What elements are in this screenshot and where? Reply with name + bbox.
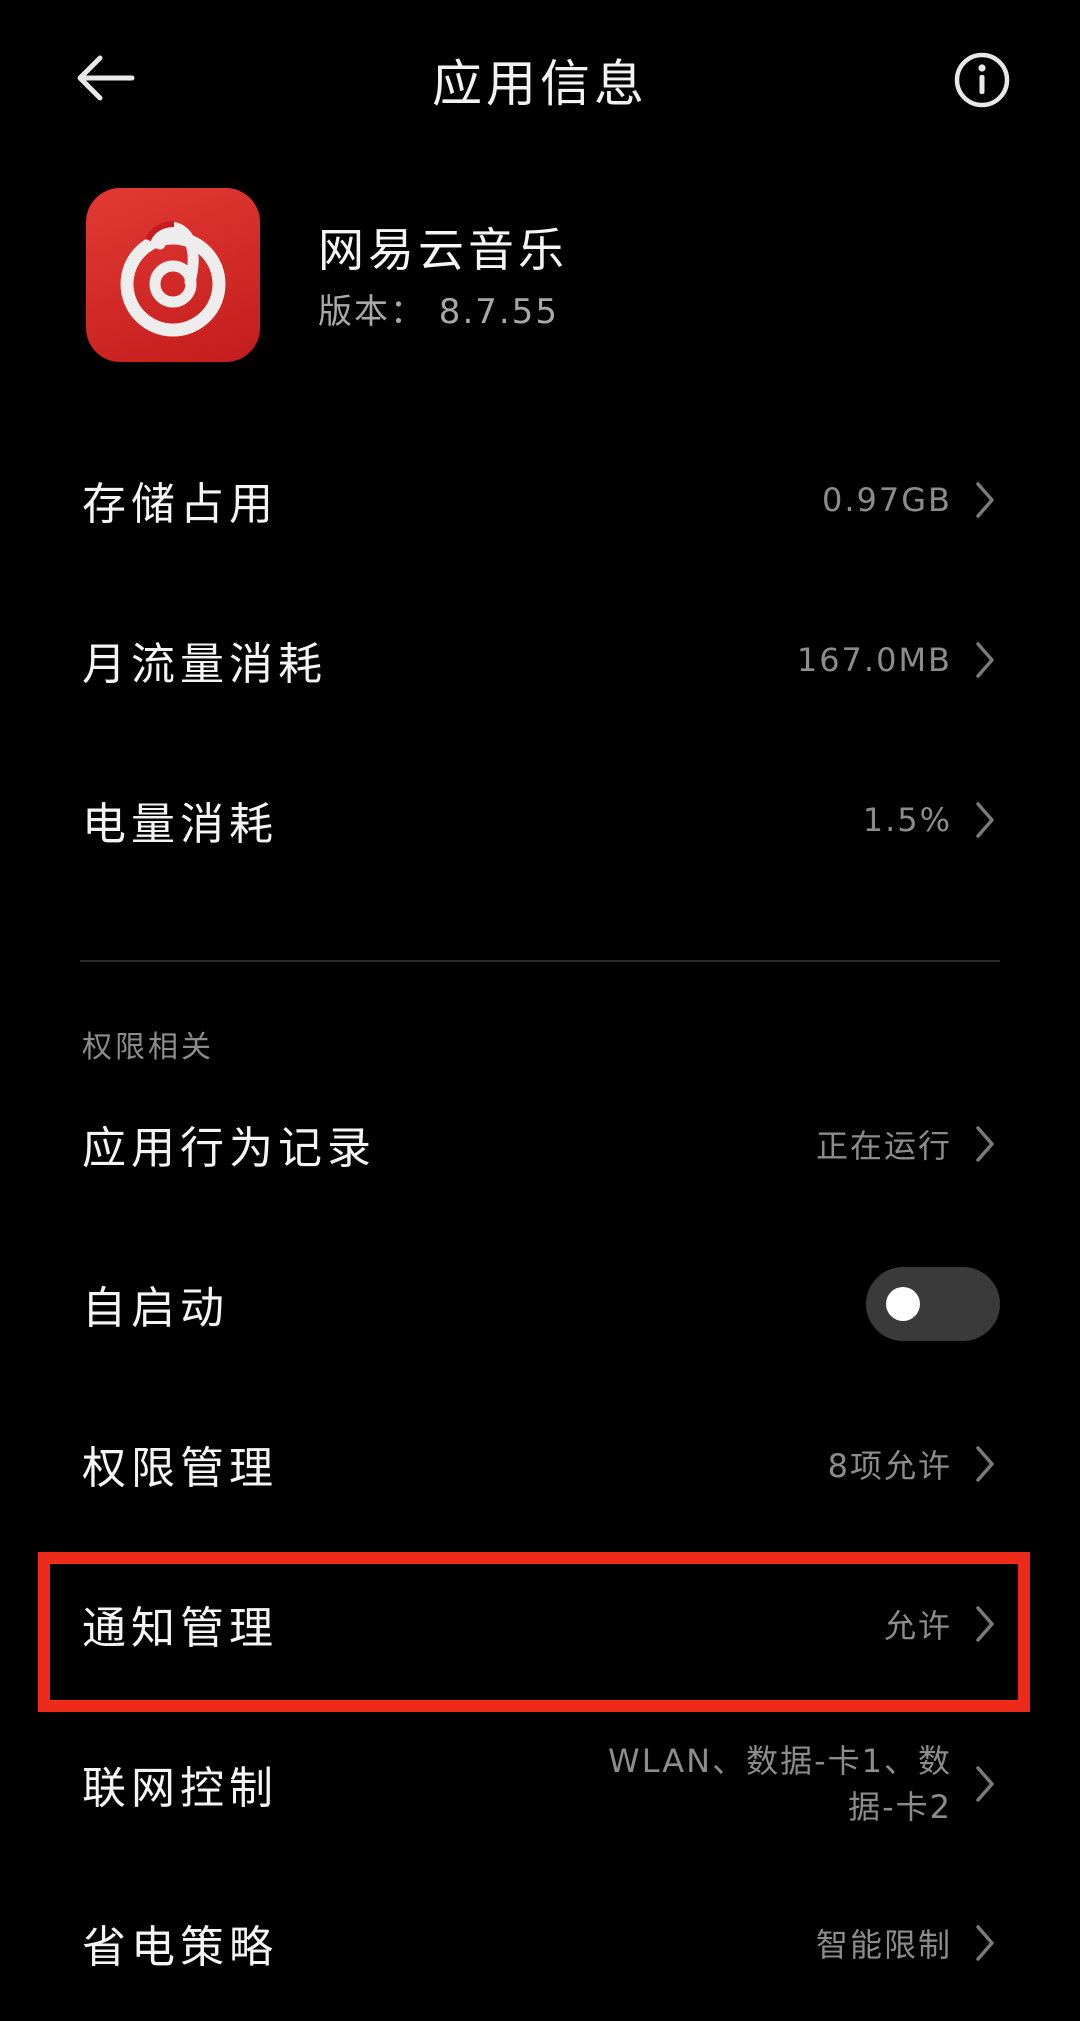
row-value: 1.5%: [862, 801, 952, 839]
chevron-right-icon: [976, 1446, 994, 1482]
battery-usage-row[interactable]: 电量消耗 1.5%: [0, 740, 1080, 900]
top-bar: 应用信息: [0, 0, 1080, 160]
chevron-right-icon: [976, 802, 994, 838]
row-label: 自启动: [82, 1283, 229, 1334]
chevron-right-icon: [976, 1126, 994, 1162]
notification-management-row[interactable]: 通知管理 允许: [0, 1544, 1080, 1704]
chevron-right-icon: [976, 482, 994, 518]
row-value: 智能限制: [815, 1925, 952, 1964]
power-saving-policy-row[interactable]: 省电策略 智能限制: [0, 1864, 1080, 2021]
storage-usage-row[interactable]: 存储占用 0.97GB: [0, 420, 1080, 580]
autostart-row: 自启动: [0, 1224, 1080, 1384]
network-control-row[interactable]: 联网控制 WLAN、数据-卡1、数据-卡2: [0, 1704, 1080, 1864]
app-version: 版本： 8.7.55: [318, 292, 559, 332]
row-value: 正在运行: [815, 1127, 952, 1165]
row-label: 电量消耗: [82, 799, 278, 850]
row-label: 联网控制: [82, 1763, 278, 1814]
app-summary: 网易云音乐 版本： 8.7.55: [86, 188, 1006, 368]
monthly-data-usage-row[interactable]: 月流量消耗 167.0MB: [0, 580, 1080, 740]
page-title: 应用信息: [432, 55, 648, 113]
chevron-right-icon: [976, 1606, 994, 1642]
app-behavior-record-row[interactable]: 应用行为记录 正在运行: [0, 1064, 1080, 1224]
row-label: 存储占用: [82, 479, 278, 530]
row-label: 权限管理: [82, 1443, 278, 1494]
chevron-right-icon: [976, 1924, 994, 1961]
info-icon: [954, 52, 1010, 108]
row-value: 167.0MB: [796, 641, 952, 679]
info-button[interactable]: [950, 48, 1014, 112]
row-label: 应用行为记录: [82, 1123, 376, 1174]
row-label: 月流量消耗: [82, 639, 327, 690]
row-value: 0.97GB: [822, 481, 952, 519]
row-label: 通知管理: [82, 1603, 278, 1654]
app-name: 网易云音乐: [318, 223, 568, 277]
section-divider: [80, 960, 1000, 962]
netease-cloud-music-app-icon: [86, 188, 260, 362]
section-title-permissions: 权限相关: [82, 1030, 214, 1065]
chevron-right-icon: [976, 642, 994, 678]
permission-management-row[interactable]: 权限管理 8项允许: [0, 1384, 1080, 1544]
toggle-knob: [886, 1287, 920, 1321]
row-value: 允许: [883, 1607, 952, 1645]
row-value: WLAN、数据-卡1、数据-卡2: [608, 1742, 952, 1826]
row-value: 8项允许: [827, 1447, 952, 1485]
chevron-right-icon: [976, 1766, 994, 1802]
autostart-toggle[interactable]: [866, 1267, 1000, 1341]
netease-cloud-music-logo-icon: [120, 221, 226, 337]
row-label: 省电策略: [82, 1921, 278, 1973]
